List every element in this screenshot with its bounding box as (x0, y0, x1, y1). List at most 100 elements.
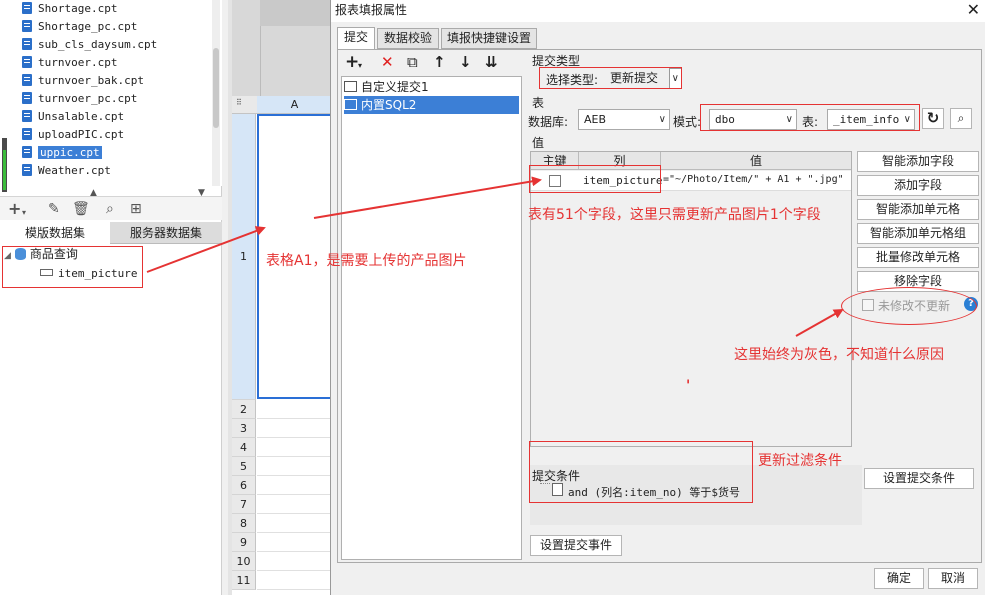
column-header-row: ⠿ A (232, 96, 332, 114)
cell[interactable] (257, 400, 332, 419)
dropdown-arrow-icon[interactable]: ▾ (358, 58, 362, 74)
file-item[interactable]: uploadPIC.cpt (22, 126, 124, 144)
mode-label: 模式: (673, 115, 702, 129)
file-item[interactable]: Unsalable.cpt (22, 108, 124, 126)
cell[interactable] (257, 495, 332, 514)
cell[interactable] (257, 438, 332, 457)
cell[interactable] (257, 419, 332, 438)
file-item[interactable]: turnvoer_bak.cpt (22, 72, 144, 90)
annotation-ellipse (841, 287, 977, 325)
batch-modify-cell-button[interactable]: 批量修改单元格 (857, 247, 979, 268)
row-header[interactable]: 10 (232, 552, 256, 571)
delete-icon[interactable]: 🗑 (72, 201, 90, 217)
dataset-toolbar: + ▾ ✎ 🗑 ⌕ ⊞ (0, 196, 222, 220)
cell[interactable] (257, 514, 332, 533)
ok-button[interactable]: 确定 (874, 568, 924, 589)
add-dataset-icon[interactable]: + (8, 201, 21, 217)
tab-data-validation[interactable]: 数据校验 (377, 28, 439, 49)
move-down-icon[interactable]: ↓ (459, 54, 472, 70)
cell[interactable] (257, 552, 332, 571)
annotation-box-condition (529, 441, 753, 503)
dropdown-arrow-icon[interactable]: ▾ (22, 205, 26, 221)
ruler-line (260, 26, 261, 96)
file-icon (22, 2, 32, 14)
set-condition-button[interactable]: 设置提交条件 (864, 468, 974, 489)
delete-icon[interactable]: ✕ (381, 54, 394, 70)
list-item[interactable]: 自定义提交1 (344, 78, 519, 96)
annotation-box-type (539, 67, 682, 89)
submit-item-icon (344, 99, 357, 110)
annotation-filter: 更新过滤条件 (758, 453, 842, 469)
dialog-title: 报表填报属性 (335, 3, 408, 17)
row-header[interactable]: 8 (232, 514, 256, 533)
file-icon (22, 146, 32, 158)
scroll-thumb[interactable] (213, 48, 219, 128)
tab-server-dataset[interactable]: 服务器数据集 (110, 222, 222, 244)
tab-shortcut-settings[interactable]: 填报快捷键设置 (441, 28, 537, 49)
row-header[interactable]: 4 (232, 438, 256, 457)
annotation-box-row (529, 165, 661, 193)
row-header[interactable]: 11 (232, 571, 256, 590)
file-list: Shortage.cpt Shortage_pc.cpt sub_cls_day… (0, 0, 222, 186)
column-header-a[interactable]: A (257, 96, 332, 113)
annotation-gray: 这里始终为灰色，不知道什么原因 (734, 347, 944, 363)
dataset-params-icon[interactable]: ⊞ (130, 201, 142, 217)
smart-add-field-button[interactable]: 智能添加字段 (857, 151, 979, 172)
file-item[interactable]: turnvoer_pc.cpt (22, 90, 137, 108)
file-icon (22, 128, 32, 140)
row-header-1[interactable]: 1 (232, 114, 256, 400)
sort-icon[interactable]: ⇊ (485, 54, 498, 70)
file-icon (22, 20, 32, 32)
annotation-fields: 表有51个字段，这里只需更新产品图片1个字段 (528, 207, 821, 223)
file-item[interactable]: Weather.cpt (22, 162, 111, 180)
add-field-button[interactable]: 添加字段 (857, 175, 979, 196)
value-section-label: 值 (532, 136, 545, 150)
move-up-icon[interactable]: ↑ (433, 54, 446, 70)
preview-table-icon[interactable]: ⌕ (950, 108, 972, 129)
table-section-label: 表 (532, 96, 545, 110)
select-all-icon[interactable]: ⠿ (236, 98, 242, 107)
file-item[interactable]: turnvoer.cpt (22, 54, 117, 72)
row-header[interactable]: 7 (232, 495, 256, 514)
tab-submit[interactable]: 提交 (337, 27, 375, 50)
copy-icon[interactable]: ⧉ (407, 54, 418, 70)
row-header[interactable]: 3 (232, 419, 256, 438)
smart-add-cell-group-button[interactable]: 智能添加单元格组 (857, 223, 979, 244)
file-item[interactable]: Shortage.cpt (22, 0, 117, 18)
edit-icon[interactable]: ✎ (48, 201, 60, 217)
refresh-icon[interactable]: ↻ (922, 108, 944, 129)
annotation-box-field (2, 246, 143, 288)
preview-icon[interactable]: ⌕ (106, 201, 114, 217)
chevron-down-icon: ∨ (658, 114, 666, 125)
cell[interactable] (257, 571, 332, 590)
row-header[interactable]: 5 (232, 457, 256, 476)
file-item[interactable]: sub_cls_daysum.cpt (22, 36, 157, 54)
row-value-formula[interactable]: ="~/Photo/Item/" + A1 + ".jpg" (663, 174, 844, 185)
row-header[interactable]: 2 (232, 400, 256, 419)
list-item-selected[interactable]: 内置SQL2 (344, 96, 519, 114)
set-submit-event-button[interactable]: 设置提交事件 (530, 535, 622, 556)
row-header[interactable]: 9 (232, 533, 256, 552)
cell[interactable] (257, 457, 332, 476)
cell[interactable] (257, 476, 332, 495)
left-panel: Shortage.cpt Shortage_pc.cpt sub_cls_day… (0, 0, 222, 595)
dialog-titlebar: 报表填报属性 ✕ (331, 0, 985, 22)
file-item[interactable]: Shortage_pc.cpt (22, 18, 137, 36)
annotation-mark: ' (686, 378, 691, 394)
file-item-selected[interactable]: uppic.cpt (22, 144, 102, 162)
memory-level (3, 150, 6, 190)
cancel-button[interactable]: 取消 (928, 568, 978, 589)
cell[interactable] (257, 533, 332, 552)
database-select[interactable]: AEB ∨ (578, 109, 670, 130)
tab-template-dataset[interactable]: 模版数据集 (0, 222, 110, 244)
file-list-scrollbar[interactable] (212, 0, 220, 186)
col-header-value: 值 (749, 154, 762, 168)
report-write-attributes-dialog: 报表填报属性 ✕ 提交 数据校验 填报快捷键设置 + ▾ ✕ ⧉ ↑ ↓ ⇊ 自… (330, 0, 985, 595)
ruler-strip (260, 0, 332, 26)
close-icon[interactable]: ✕ (967, 0, 980, 19)
submit-item-icon (344, 81, 357, 92)
smart-add-cell-button[interactable]: 智能添加单元格 (857, 199, 979, 220)
row-header[interactable]: 6 (232, 476, 256, 495)
value-table: 主键 列 值 item_picture ="~/Photo/Item/" + A… (530, 151, 852, 447)
file-icon (22, 110, 32, 122)
